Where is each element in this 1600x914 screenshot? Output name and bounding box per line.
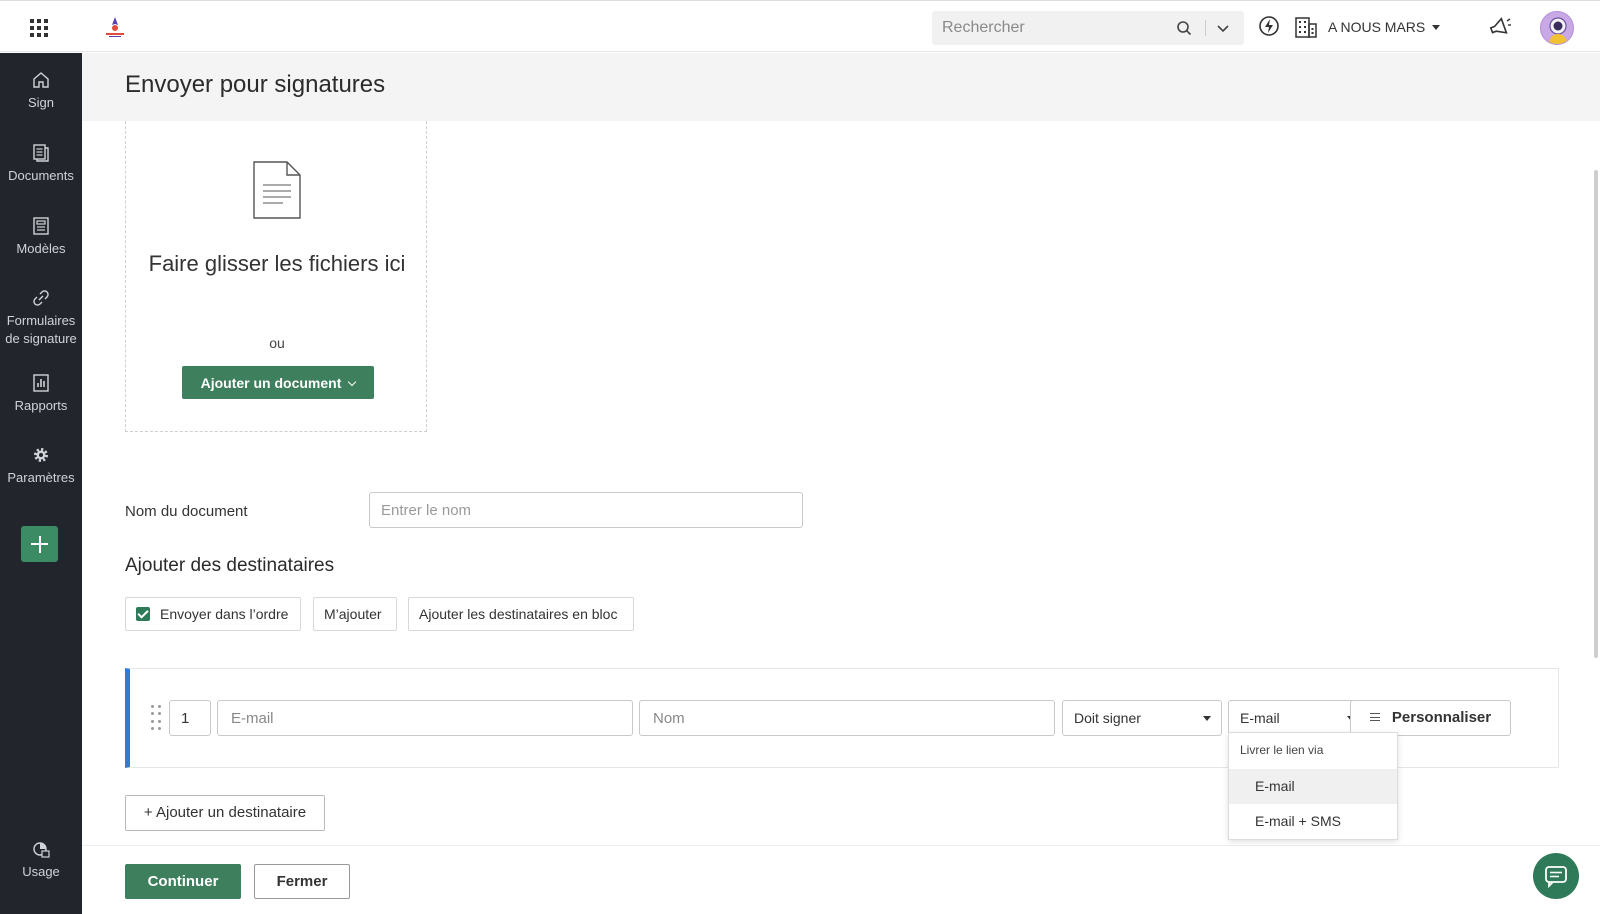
- sidebar-item-usage[interactable]: Usage: [0, 839, 82, 881]
- app-grid-icon[interactable]: [30, 19, 48, 37]
- send-in-order-label: Envoyer dans l’ordre: [160, 606, 289, 622]
- customize-label: Personnaliser: [1391, 709, 1492, 726]
- search-divider: [1205, 20, 1206, 36]
- page-title: Envoyer pour signatures: [125, 71, 386, 98]
- delivery-dropdown-menu: Livrer le lien via E-mail E-mail + SMS: [1228, 732, 1398, 840]
- sidebar-item-label: Rapports: [14, 398, 68, 413]
- recipient-role-select[interactable]: Doit signer: [1062, 700, 1222, 736]
- add-recipient-button[interactable]: + Ajouter un destinataire: [125, 795, 325, 831]
- sidebar-item-sign[interactable]: Sign: [0, 70, 82, 112]
- quick-actions-icon[interactable]: [1258, 15, 1280, 37]
- delivery-method-select[interactable]: E-mail: [1228, 700, 1366, 736]
- search-icon[interactable]: [1176, 20, 1192, 36]
- dropzone-text: Faire glisser les fichiers ici: [148, 251, 406, 276]
- sidebar-item-documents[interactable]: Documents: [0, 143, 82, 185]
- usage-icon: [33, 842, 50, 858]
- dropzone-or-text: ou: [269, 335, 285, 351]
- add-me-button[interactable]: M’ajouter: [313, 597, 397, 631]
- gear-icon: [34, 448, 48, 462]
- brand-logo[interactable]: [104, 15, 126, 39]
- megaphone-icon[interactable]: [1487, 15, 1513, 39]
- sidebar-item-label: Formulaires de signature: [5, 313, 77, 346]
- sidebar-item-templates[interactable]: Modèles: [0, 216, 82, 258]
- sidebar-item-reports[interactable]: Rapports: [0, 373, 82, 415]
- page-scrollbar[interactable]: [1594, 170, 1598, 658]
- sidebar-item-label: Sign: [27, 95, 55, 110]
- chevron-down-icon: [348, 377, 357, 386]
- chat-icon: [1545, 866, 1567, 889]
- search-box: [932, 11, 1244, 45]
- close-button[interactable]: Fermer: [254, 864, 350, 899]
- customize-button[interactable]: Personnaliser: [1350, 700, 1511, 736]
- recipient-email-input[interactable]: [217, 700, 633, 736]
- add-me-label: M’ajouter: [324, 606, 382, 622]
- templates-icon: [33, 217, 49, 235]
- recipient-name-input[interactable]: [639, 700, 1055, 736]
- sidebar-item-label: Paramètres: [7, 470, 75, 485]
- role-value: Doit signer: [1074, 710, 1141, 726]
- building-icon[interactable]: [1294, 15, 1318, 39]
- menu-lines-icon: [1369, 713, 1380, 721]
- home-icon: [33, 72, 49, 88]
- top-bar: A NOUS MARS: [0, 0, 1600, 52]
- search-input[interactable]: [942, 17, 1172, 39]
- bulk-add-recipients-button[interactable]: Ajouter les destinataires en bloc: [408, 597, 634, 631]
- sidebar-item-label: Usage: [22, 864, 60, 879]
- sidebar-item-settings[interactable]: Paramètres: [0, 445, 82, 487]
- add-document-button[interactable]: Ajouter un document: [182, 366, 374, 399]
- sidebar-item-signature-forms[interactable]: Formulaires de signature: [0, 288, 82, 348]
- recipient-order-input[interactable]: [169, 700, 211, 736]
- continue-button[interactable]: Continuer: [125, 864, 241, 899]
- sidebar-item-label: Documents: [8, 168, 74, 183]
- document-name-input[interactable]: [369, 492, 803, 528]
- page-header: Envoyer pour signatures: [82, 53, 1600, 121]
- footer: Continuer Fermer: [82, 845, 1600, 914]
- caret-down-icon[interactable]: [1432, 25, 1440, 30]
- file-dropzone[interactable]: Faire glisser les fichiers ici ou Ajoute…: [125, 121, 427, 432]
- delivery-value: E-mail: [1240, 710, 1280, 726]
- chevron-down-icon[interactable]: [1215, 20, 1231, 36]
- sidebar: Sign Documents Modèles Formulaires de si…: [0, 53, 82, 914]
- send-in-order-toggle[interactable]: Envoyer dans l’ordre: [125, 597, 301, 631]
- recipients-title: Ajouter des destinataires: [125, 555, 335, 576]
- sidebar-item-label: Modèles: [16, 241, 66, 256]
- caret-down-icon: [1203, 716, 1211, 721]
- org-name[interactable]: A NOUS MARS: [1328, 19, 1425, 35]
- bulk-add-label: Ajouter les destinataires en bloc: [419, 606, 618, 622]
- chat-button[interactable]: [1533, 853, 1579, 899]
- dropdown-header: Livrer le lien via: [1240, 743, 1324, 757]
- document-icon: [253, 161, 301, 219]
- send-in-order-checkbox[interactable]: [136, 607, 150, 621]
- add-recipient-label: + Ajouter un destinataire: [143, 804, 307, 821]
- reports-icon: [33, 374, 49, 392]
- link-icon: [33, 290, 49, 306]
- dropdown-option-email-sms[interactable]: E-mail + SMS: [1229, 804, 1397, 839]
- drag-handle-icon[interactable]: [151, 705, 163, 731]
- document-name-label: Nom du document: [125, 503, 248, 520]
- documents-icon: [33, 144, 49, 162]
- user-avatar[interactable]: [1540, 11, 1574, 45]
- add-document-label: Ajouter un document: [200, 374, 342, 391]
- create-new-button[interactable]: [21, 526, 58, 562]
- dropdown-option-email[interactable]: E-mail: [1229, 769, 1397, 804]
